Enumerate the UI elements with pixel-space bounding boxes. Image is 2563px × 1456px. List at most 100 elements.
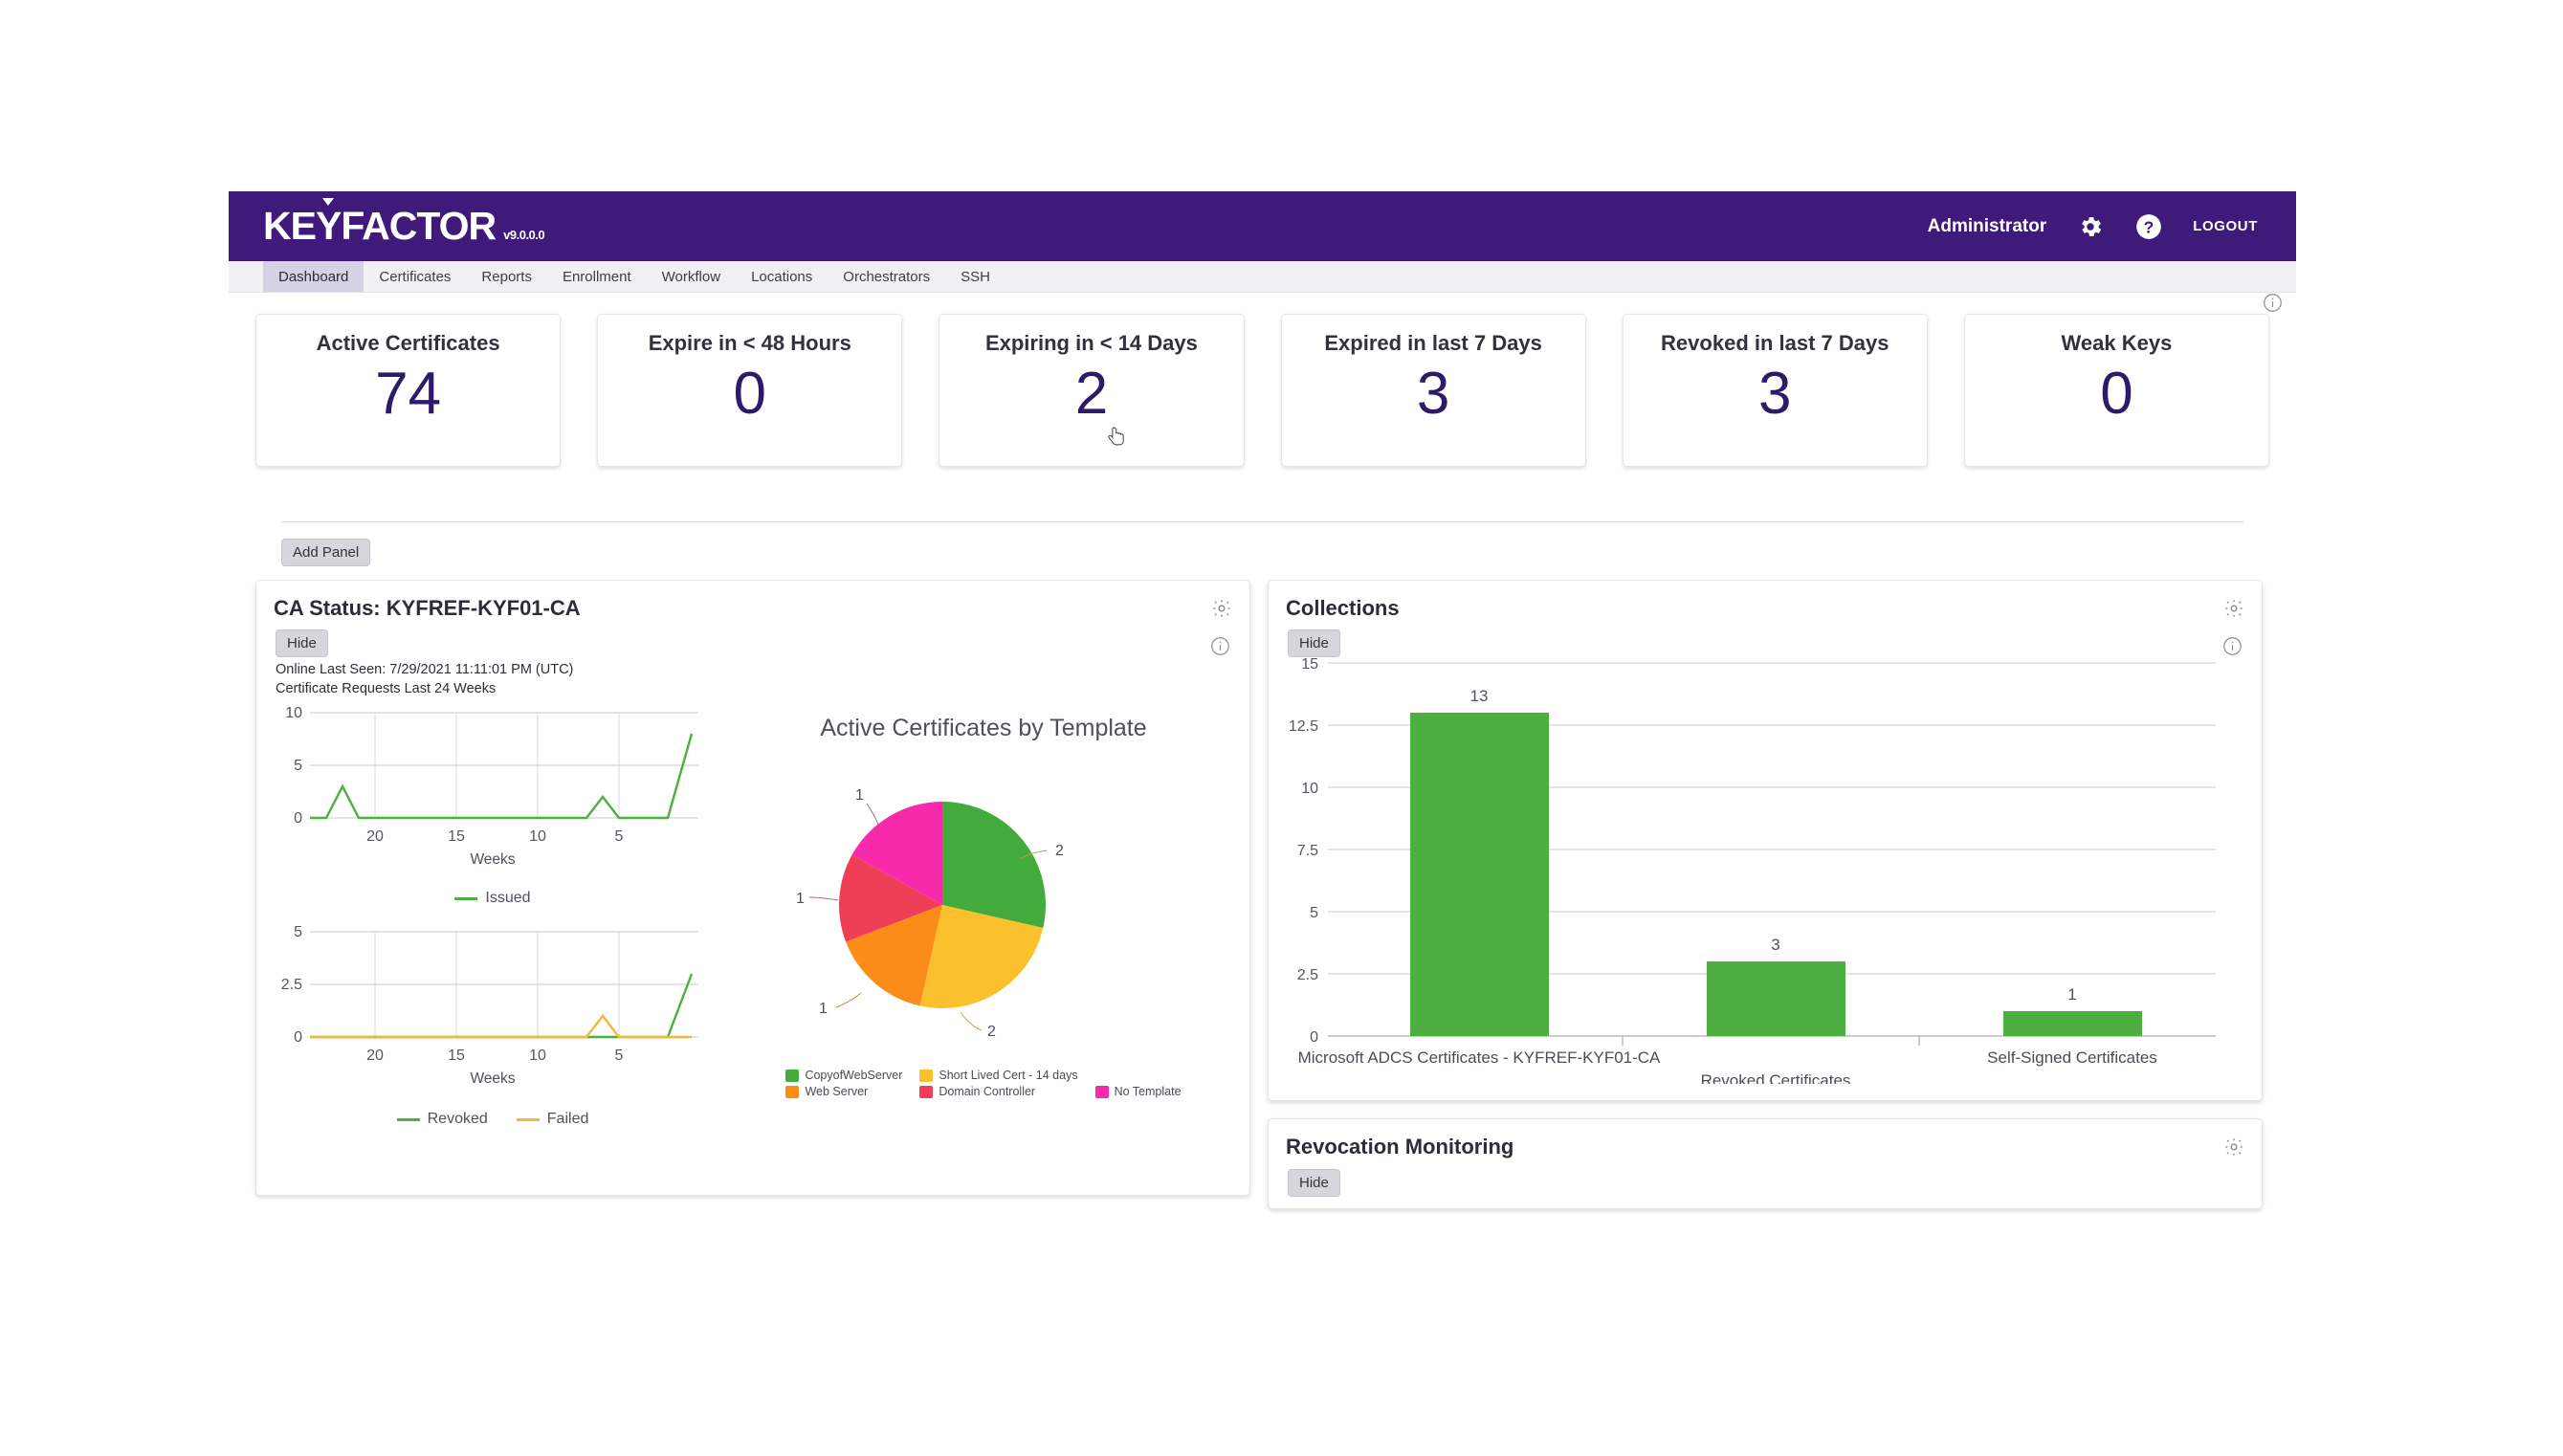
legend-label-issued: Issued bbox=[485, 890, 531, 907]
nav-tab-orchestrators[interactable]: Orchestrators bbox=[828, 261, 945, 292]
legend-label-failed: Failed bbox=[546, 1111, 589, 1128]
kpi-tile-revoked-7-days[interactable]: Revoked in last 7 Days 3 bbox=[1622, 314, 1928, 467]
ytick-10: 10 bbox=[1301, 781, 1318, 797]
kpi-tile-expiring-14-days[interactable]: Expiring in < 14 Days 2 bbox=[939, 314, 1245, 467]
bar-label-3: 3 bbox=[1771, 936, 1779, 954]
chart2-xaxis-label: Weeks bbox=[470, 1070, 516, 1088]
ytick-10: 10 bbox=[285, 705, 302, 721]
legend-label-revoked: Revoked bbox=[427, 1111, 488, 1128]
current-user-label: Administrator bbox=[1927, 215, 2047, 236]
xtick-10: 10 bbox=[529, 1048, 546, 1064]
logo-text-part2: FACTOR bbox=[341, 204, 497, 248]
legend-item-copyofwebserver[interactable]: CopyofWebServer bbox=[785, 1069, 902, 1082]
kpi-tile-expired-7-days[interactable]: Expired in last 7 Days 3 bbox=[1280, 314, 1586, 467]
kpi-value: 3 bbox=[1416, 361, 1450, 427]
pie-chart-legend: CopyofWebServer Short Lived Cert - 14 da… bbox=[718, 1069, 1249, 1110]
chart1-xaxis-label: Weeks bbox=[470, 851, 516, 869]
bar-revoked-certificates[interactable] bbox=[1707, 961, 1845, 1036]
legend-item-issued[interactable]: Issued bbox=[454, 890, 531, 907]
bar-microsoft-adcs-certificates[interactable] bbox=[1410, 713, 1549, 1036]
version-label: v9.0.0.0 bbox=[503, 228, 545, 242]
line-series-revoked bbox=[310, 973, 694, 1039]
legend-item-domain-controller[interactable]: Domain Controller bbox=[919, 1085, 1077, 1098]
legend-label-web-server: Web Server bbox=[805, 1085, 869, 1099]
legend-swatch-issued bbox=[454, 896, 478, 900]
kpi-tile-expire-48-hours[interactable]: Expire in < 48 Hours 0 bbox=[597, 314, 903, 467]
kpi-tile-weak-keys[interactable]: Weak Keys 0 bbox=[1963, 314, 2270, 467]
kpi-tile-active-certificates[interactable]: Active Certificates 74 bbox=[255, 314, 562, 467]
legend-item-short-lived-cert[interactable]: Short Lived Cert - 14 days bbox=[919, 1069, 1078, 1083]
legend-item-failed[interactable]: Failed bbox=[516, 1111, 589, 1128]
bar-self-signed-certificates[interactable] bbox=[2003, 1011, 2142, 1036]
kpi-title: Expiring in < 14 Days bbox=[984, 331, 1198, 355]
legend-item-revoked[interactable]: Revoked bbox=[396, 1111, 488, 1128]
legend-item-web-server[interactable]: Web Server bbox=[785, 1085, 902, 1098]
chart-certificate-requests: 10 5 0 20 15 10 5 bbox=[285, 705, 698, 845]
logout-button[interactable]: LOGOUT bbox=[2193, 218, 2258, 234]
mouse-cursor-pointer bbox=[1108, 427, 1124, 446]
kpi-value: 2 bbox=[1074, 361, 1109, 427]
legend-swatch-no-template bbox=[1094, 1085, 1109, 1098]
gear-icon[interactable] bbox=[2076, 212, 2105, 241]
ca-line-charts: 10 5 0 20 15 10 5 Weeks Issued 5 2.5 0 2… bbox=[256, 697, 718, 1128]
ca-requests-caption: Certificate Requests Last 24 Weeks bbox=[276, 680, 497, 696]
pie-label-red: 1 bbox=[796, 891, 805, 907]
top-header-bar: KEYFACTOR v9.0.0.0 Administrator ? LOGOU… bbox=[229, 191, 2296, 261]
help-icon[interactable]: ? bbox=[2134, 212, 2163, 241]
nav-tab-locations[interactable]: Locations bbox=[736, 261, 828, 292]
legend-label-no-template: No Template bbox=[1114, 1085, 1182, 1099]
ca-panel-body: 10 5 0 20 15 10 5 Weeks Issued 5 2.5 0 2… bbox=[256, 697, 1249, 1128]
ytick-5: 5 bbox=[294, 758, 302, 774]
legend-label-short-lived-cert: Short Lived Cert - 14 days bbox=[939, 1069, 1078, 1083]
legend-item-no-template[interactable]: No Template bbox=[1094, 1085, 1182, 1099]
ca-status-info-icon[interactable] bbox=[1210, 636, 1230, 661]
chart2-legend: Revoked Failed bbox=[268, 1111, 718, 1128]
nav-tab-workflow[interactable]: Workflow bbox=[647, 261, 736, 292]
nav-tab-reports[interactable]: Reports bbox=[466, 261, 547, 292]
xtick-20: 20 bbox=[366, 828, 384, 845]
revocation-hide-button[interactable]: Hide bbox=[1288, 1169, 1340, 1197]
left-panel-column: CA Status: KYFREF-KYF01-CA Hide Online L… bbox=[255, 580, 1250, 1196]
kpi-value: 3 bbox=[1758, 361, 1792, 427]
xtick-revoked-certificates: Revoked Certificates bbox=[1701, 1071, 1851, 1084]
pie-chart-title: Active Certificates by Template bbox=[820, 715, 1147, 742]
kpi-title: Revoked in last 7 Days bbox=[1661, 331, 1889, 355]
kpi-section: Active Certificates 74 Expire in < 48 Ho… bbox=[229, 293, 2296, 467]
xtick-self-signed-certificates: Self-Signed Certificates bbox=[1987, 1048, 2157, 1067]
kpi-info-icon[interactable] bbox=[2263, 293, 2283, 318]
kpi-value: 0 bbox=[2100, 361, 2133, 427]
xtick-20: 20 bbox=[366, 1048, 384, 1064]
nav-tab-enrollment[interactable]: Enrollment bbox=[547, 261, 647, 292]
gear-icon[interactable] bbox=[1211, 598, 1232, 624]
header-actions: Administrator ? LOGOUT bbox=[1928, 212, 2296, 241]
ytick-12-5: 12.5 bbox=[1289, 718, 1318, 735]
kpi-title: Expire in < 48 Hours bbox=[648, 331, 851, 355]
pie-label-yellow: 2 bbox=[987, 1024, 996, 1040]
logo-text-part1: KE bbox=[263, 204, 317, 248]
kpi-value: 74 bbox=[375, 361, 442, 427]
logo-wordmark: KEYFACTOR bbox=[263, 198, 497, 248]
chart-revoked-failed: 5 2.5 0 20 15 10 5 bbox=[281, 924, 698, 1064]
gear-icon[interactable] bbox=[2223, 598, 2244, 624]
pie-label-pink: 1 bbox=[855, 787, 864, 804]
collections-title: Collections bbox=[1286, 596, 1400, 620]
pie-label-green: 2 bbox=[1055, 843, 1064, 859]
logo-text-y: Y bbox=[315, 198, 342, 248]
ca-hide-button[interactable]: Hide bbox=[276, 629, 328, 657]
ca-online-last-seen: Online Last Seen: 7/29/2021 11:11:01 PM … bbox=[276, 662, 574, 677]
pie-label-orange: 1 bbox=[819, 1001, 828, 1017]
collections-info-icon[interactable] bbox=[2222, 636, 2243, 661]
revocation-monitoring-panel: Revocation Monitoring Hide bbox=[1268, 1118, 2263, 1209]
gear-icon[interactable] bbox=[2223, 1136, 2244, 1162]
nav-tab-ssh[interactable]: SSH bbox=[945, 261, 1005, 292]
add-panel-button[interactable]: Add Panel bbox=[281, 539, 371, 566]
legend-swatch-failed bbox=[516, 1117, 540, 1121]
revocation-hide-row: Hide bbox=[1288, 1169, 2262, 1197]
chart-collections-bar: 15 12.5 10 7.5 5 2.5 0 13 3 1 Microsoft … bbox=[1289, 656, 2216, 1090]
nav-tab-dashboard[interactable]: Dashboard bbox=[263, 261, 365, 292]
xtick-5: 5 bbox=[615, 1048, 624, 1064]
keyfactor-logo: KEYFACTOR v9.0.0.0 bbox=[263, 198, 545, 248]
nav-tab-certificates[interactable]: Certificates bbox=[364, 261, 466, 292]
xtick-15: 15 bbox=[448, 828, 465, 845]
ytick-2-5: 2.5 bbox=[281, 977, 302, 993]
